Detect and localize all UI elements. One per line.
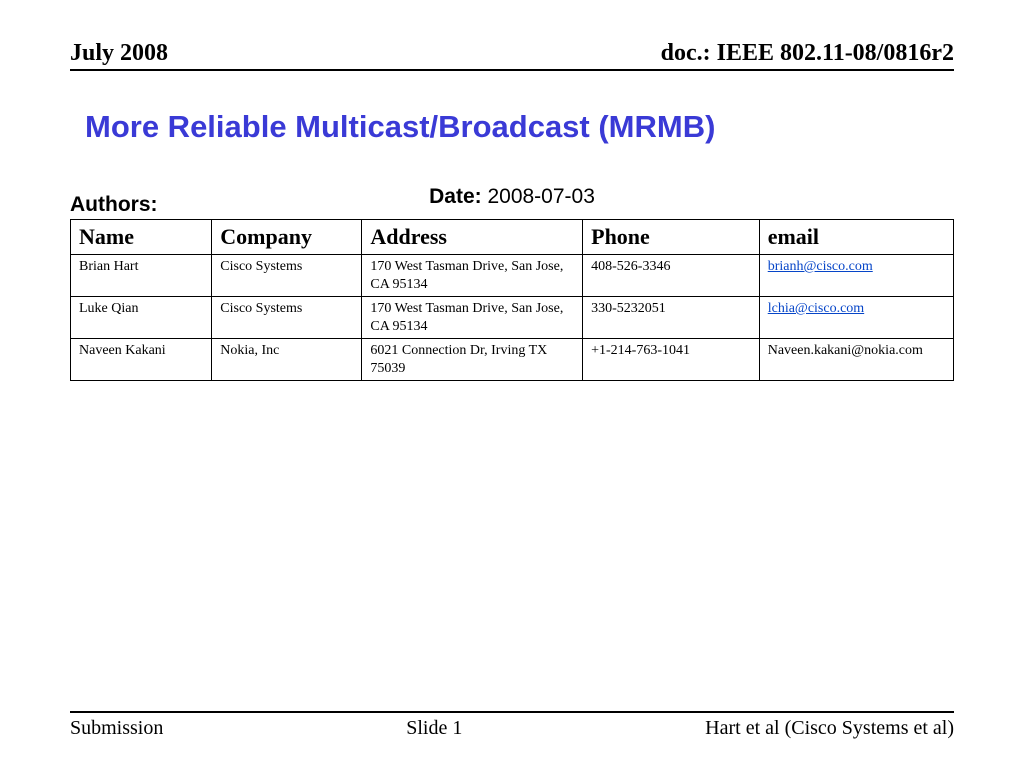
cell-company: Cisco Systems (212, 255, 362, 297)
email-link[interactable]: lchia@cisco.com (768, 301, 864, 316)
cell-address: 6021 Connection Dr, Irving TX 75039 (362, 339, 583, 381)
th-phone: Phone (583, 220, 760, 255)
cell-phone: 330-5232051 (583, 297, 760, 339)
header-date: July 2008 (70, 40, 168, 67)
table-row: Brian HartCisco Systems170 West Tasman D… (71, 255, 954, 297)
cell-phone: 408-526-3346 (583, 255, 760, 297)
footer-left: Submission (70, 717, 163, 740)
cell-email: brianh@cisco.com (759, 255, 953, 297)
cell-address: 170 West Tasman Drive, San Jose, CA 9513… (362, 297, 583, 339)
footer-right: Hart et al (Cisco Systems et al) (705, 717, 954, 740)
th-company: Company (212, 220, 362, 255)
authors-table: Name Company Address Phone email Brian H… (70, 219, 954, 381)
cell-email: lchia@cisco.com (759, 297, 953, 339)
table-row: Luke QianCisco Systems170 West Tasman Dr… (71, 297, 954, 339)
page-title: More Reliable Multicast/Broadcast (MRMB) (85, 109, 954, 145)
cell-company: Cisco Systems (212, 297, 362, 339)
cell-phone: +1-214-763-1041 (583, 339, 760, 381)
th-address: Address (362, 220, 583, 255)
header: July 2008 doc.: IEEE 802.11-08/0816r2 (70, 40, 954, 71)
footer: Submission Slide 1 Hart et al (Cisco Sys… (70, 711, 954, 740)
footer-center: Slide 1 (406, 717, 462, 740)
cell-name: Luke Qian (71, 297, 212, 339)
th-name: Name (71, 220, 212, 255)
cell-company: Nokia, Inc (212, 339, 362, 381)
cell-name: Naveen Kakani (71, 339, 212, 381)
th-email: email (759, 220, 953, 255)
cell-email: Naveen.kakani@nokia.com (759, 339, 953, 381)
cell-name: Brian Hart (71, 255, 212, 297)
table-row: Naveen KakaniNokia, Inc6021 Connection D… (71, 339, 954, 381)
header-doc-id: doc.: IEEE 802.11-08/0816r2 (661, 40, 954, 67)
cell-address: 170 West Tasman Drive, San Jose, CA 9513… (362, 255, 583, 297)
slide: July 2008 doc.: IEEE 802.11-08/0816r2 Mo… (0, 0, 1024, 768)
date-value: 2008-07-03 (487, 185, 594, 208)
date-label: Date: (429, 185, 482, 208)
table-header-row: Name Company Address Phone email (71, 220, 954, 255)
email-link[interactable]: brianh@cisco.com (768, 259, 873, 274)
